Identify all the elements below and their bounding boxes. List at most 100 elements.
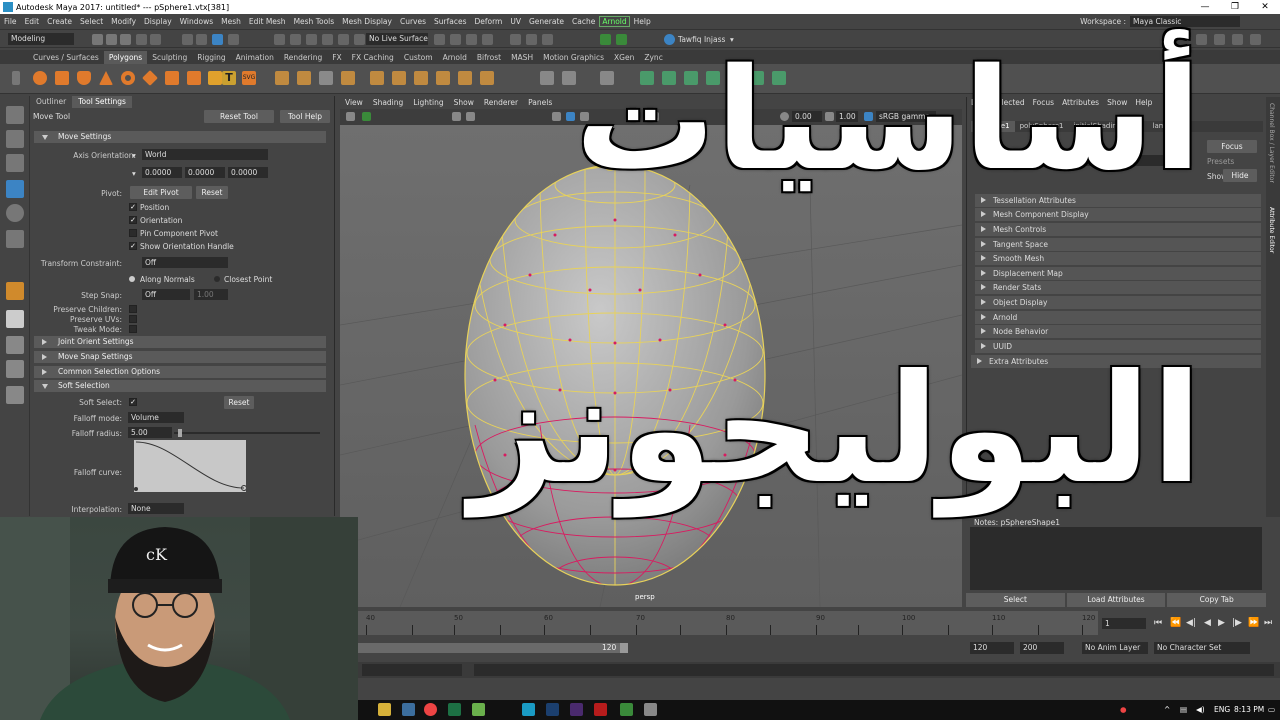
pin-component-pivot-checkbox[interactable] (129, 229, 137, 237)
save-scene-icon[interactable] (120, 34, 131, 45)
menu-select[interactable]: Select (76, 17, 107, 26)
ae-section-mesh-component-display[interactable]: Mesh Component Display (975, 208, 1261, 221)
ipr-render-icon[interactable] (466, 34, 477, 45)
show-orientation-handle-checkbox[interactable]: ✓ (129, 242, 137, 250)
falloff-radius-field[interactable]: 5.00 (128, 427, 172, 438)
falloff-radius-slider-handle[interactable] (178, 429, 182, 437)
soft-select-reset-button[interactable]: Reset (224, 396, 254, 409)
smooth-icon[interactable] (319, 71, 333, 85)
menu-file[interactable]: File (0, 17, 21, 26)
film-gate-icon[interactable] (466, 112, 475, 121)
merge-icon[interactable] (480, 71, 494, 85)
axis-z-field[interactable]: 0.0000 (228, 167, 268, 178)
shelf-menu-icon[interactable] (12, 71, 20, 85)
preserve-children-checkbox[interactable] (129, 305, 137, 313)
poly-cube-icon[interactable] (55, 71, 69, 85)
file-explorer-icon[interactable] (402, 703, 415, 716)
notes-textarea[interactable] (970, 527, 1262, 590)
chrome-icon[interactable] (424, 703, 437, 716)
orientation-checkbox[interactable]: ✓ (129, 216, 137, 224)
open-scene-icon[interactable] (106, 34, 117, 45)
menu-modify[interactable]: Modify (107, 17, 140, 26)
component-type-icon[interactable] (228, 34, 239, 45)
transform-constraint-dropdown[interactable]: Off (142, 257, 228, 268)
excel-icon[interactable] (448, 703, 461, 716)
two-view-layout-icon[interactable] (6, 360, 24, 378)
chevron-down-icon[interactable]: ▾ (132, 151, 136, 160)
minimize-icon[interactable]: — (1190, 0, 1220, 14)
shelf-tab-sculpting[interactable]: Sculpting (147, 51, 192, 64)
svg-tool-icon[interactable]: SVG (242, 71, 256, 85)
hide-button[interactable]: Hide (1223, 169, 1257, 182)
soft-select-checkbox[interactable]: ✓ (129, 398, 137, 406)
anim-layer-dropdown[interactable]: No Anim Layer (1082, 642, 1148, 654)
tweak-mode-checkbox[interactable] (129, 325, 137, 333)
tab-outliner[interactable]: Outliner (30, 96, 72, 108)
redo-icon[interactable] (150, 34, 161, 45)
edit-pivot-button[interactable]: Edit Pivot (130, 186, 192, 199)
select-button[interactable]: Select (966, 593, 1065, 607)
lasso-tool-icon[interactable] (6, 130, 24, 148)
end-time-field[interactable]: 120 (970, 642, 1014, 654)
poly-disc-icon[interactable] (165, 71, 179, 85)
command-input[interactable] (362, 664, 462, 676)
step-back-key-icon[interactable]: ⏪ (1170, 618, 1181, 628)
magnet-icon[interactable] (354, 34, 365, 45)
snap-curve-icon[interactable] (290, 34, 301, 45)
vp-menu-lighting[interactable]: Lighting (408, 97, 448, 109)
shelf-tab-rendering[interactable]: Rendering (279, 51, 327, 64)
append-icon[interactable] (436, 71, 450, 85)
select-object-icon[interactable] (196, 34, 207, 45)
shelf-tab-animation[interactable]: Animation (231, 51, 279, 64)
grid-icon[interactable] (452, 112, 461, 121)
current-frame-field[interactable]: 1 (1102, 618, 1146, 629)
shelf-tab-rigging[interactable]: Rigging (192, 51, 230, 64)
tray-app-icon[interactable]: ● (1120, 705, 1127, 714)
go-to-end-icon[interactable]: ⏭ (1264, 618, 1272, 628)
vp-menu-shading[interactable]: Shading (368, 97, 408, 109)
fill-hole-icon[interactable] (458, 71, 472, 85)
workspace-dropdown[interactable]: Maya Classic (1130, 16, 1240, 27)
smooth-shade-icon[interactable] (566, 112, 575, 121)
app-icon[interactable] (472, 703, 485, 716)
shelf-tab-custom[interactable]: Custom (399, 51, 438, 64)
separate-icon[interactable] (297, 71, 311, 85)
shelf-tab-bifrost[interactable]: Bifrost (472, 51, 506, 64)
position-checkbox[interactable]: ✓ (129, 203, 137, 211)
chevron-down-icon[interactable]: ▾ (132, 169, 136, 178)
channel-box-toggle-icon[interactable] (1250, 34, 1261, 45)
ae-section-object-display[interactable]: Object Display (975, 296, 1261, 309)
maya-taskbar-icon[interactable] (522, 703, 535, 716)
snap-surface-icon[interactable] (338, 34, 349, 45)
tab-tool-settings[interactable]: Tool Settings (72, 96, 132, 108)
falloff-curve-graph[interactable] (134, 440, 247, 492)
step-snap-dropdown[interactable]: Off (142, 289, 190, 300)
light-editor-icon[interactable] (542, 34, 553, 45)
axis-y-field[interactable]: 0.0000 (185, 167, 225, 178)
step-snap-amount-field[interactable]: 1.00 (194, 289, 228, 300)
axis-orientation-dropdown[interactable]: World (142, 149, 268, 160)
shelf-tab-fx-caching[interactable]: FX Caching (347, 51, 399, 64)
camtasia-icon[interactable] (620, 703, 633, 716)
step-forward-frame-icon[interactable]: |▶ (1232, 618, 1242, 628)
menu-cache[interactable]: Cache (568, 17, 599, 26)
ae-section-smooth-mesh[interactable]: Smooth Mesh (975, 252, 1261, 265)
time-ruler[interactable]: 40 50 60 70 80 90 100 110 120 (358, 611, 1098, 635)
type-tool-icon[interactable]: T (222, 71, 236, 85)
poly-plane-icon[interactable] (142, 70, 158, 86)
tray-arrow-icon[interactable]: ^ (1164, 705, 1170, 714)
ae-section-mesh-controls[interactable]: Mesh Controls (975, 223, 1261, 236)
ae-section-tangent-space[interactable]: Tangent Space (975, 238, 1261, 251)
ae-section-arnold[interactable]: Arnold (975, 311, 1261, 324)
play-backward-icon[interactable]: ◀ (1204, 618, 1211, 628)
target-weld-icon[interactable] (562, 71, 576, 85)
closest-point-radio[interactable] (214, 276, 220, 282)
tool-settings-toggle-icon[interactable] (1232, 34, 1243, 45)
menu-display[interactable]: Display (140, 17, 176, 26)
vp-menu-view[interactable]: View (340, 97, 368, 109)
notifications-icon[interactable]: ▭ (1268, 705, 1275, 714)
range-slider-handle[interactable] (620, 643, 628, 653)
restore-icon[interactable]: ❐ (1220, 0, 1250, 14)
go-to-start-icon[interactable]: ⏮ (1154, 618, 1162, 628)
menu-arnold[interactable]: Arnold (599, 16, 630, 27)
